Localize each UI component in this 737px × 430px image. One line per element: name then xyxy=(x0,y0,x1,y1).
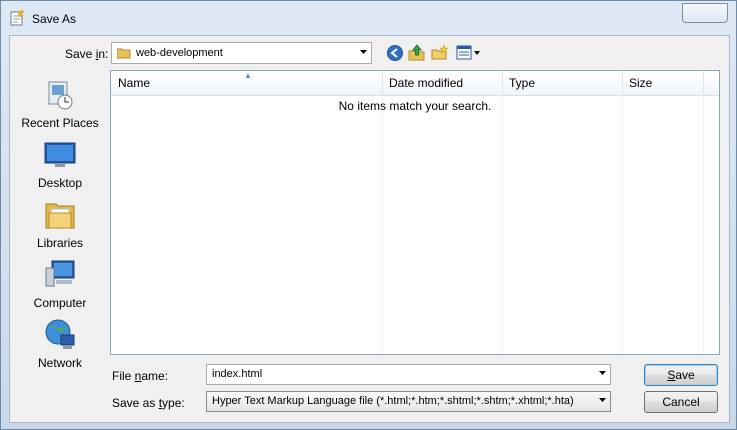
file-name-value: index.html xyxy=(212,368,263,380)
place-libraries[interactable]: Libraries xyxy=(10,198,110,254)
chevron-down-icon xyxy=(360,50,367,54)
dialog-body: Save in: web-development Recent Places D… xyxy=(9,35,730,423)
column-header-name[interactable]: Name xyxy=(118,76,150,90)
folder-icon xyxy=(117,48,131,59)
back-icon[interactable] xyxy=(386,44,404,62)
place-label: Desktop xyxy=(37,176,83,190)
save-as-type-label: Save as type: xyxy=(112,396,185,410)
new-folder-icon[interactable] xyxy=(431,44,449,62)
file-name-input[interactable]: index.html xyxy=(206,364,611,385)
cancel-button[interactable]: Cancel xyxy=(644,391,718,413)
save-as-dialog: Save As Save in: web-development Recent … xyxy=(0,0,737,430)
network-icon xyxy=(45,319,75,349)
file-name-label: File name: xyxy=(112,369,169,383)
empty-list-message: No items match your search. xyxy=(338,99,492,113)
column-header-type[interactable]: Type xyxy=(509,76,535,90)
file-list[interactable]: ▲ Name Date modified Type Size No items … xyxy=(110,70,720,355)
current-folder-name: web-development xyxy=(136,47,223,59)
places-bar: Recent Places Desktop Libraries Computer… xyxy=(10,70,110,370)
notepad-icon xyxy=(10,10,24,26)
up-folder-icon[interactable] xyxy=(408,44,426,62)
sort-ascending-icon: ▲ xyxy=(244,71,252,80)
save-as-type-value: Hyper Text Markup Language file (*.html;… xyxy=(212,395,574,407)
place-desktop[interactable]: Desktop xyxy=(10,138,110,194)
save-as-type-select[interactable]: Hyper Text Markup Language file (*.html;… xyxy=(206,391,611,412)
column-headers: ▲ Name Date modified Type Size xyxy=(111,71,719,96)
chevron-down-icon[interactable] xyxy=(599,371,606,375)
place-label: Network xyxy=(37,356,82,370)
save-button[interactable]: Save xyxy=(644,364,718,386)
save-in-label: Save in: xyxy=(65,47,109,61)
title-bar[interactable]: Save As xyxy=(1,1,737,34)
place-computer[interactable]: Computer xyxy=(10,258,110,314)
place-network[interactable]: Network xyxy=(10,318,110,374)
recent-places-icon xyxy=(48,81,73,110)
desktop-icon xyxy=(44,142,76,167)
save-in-dropdown[interactable]: web-development xyxy=(111,42,372,64)
place-label: Recent Places xyxy=(21,116,99,130)
close-button[interactable] xyxy=(682,3,728,23)
column-header-size[interactable]: Size xyxy=(629,76,652,90)
libraries-icon xyxy=(45,203,75,229)
column-header-date-modified[interactable]: Date modified xyxy=(389,76,463,90)
chevron-down-icon xyxy=(599,398,606,402)
place-label: Libraries xyxy=(36,236,84,250)
window-title: Save As xyxy=(32,12,77,26)
computer-icon xyxy=(45,260,75,287)
place-label: Computer xyxy=(33,296,87,310)
place-recent-places[interactable]: Recent Places xyxy=(10,78,110,134)
view-menu-icon[interactable] xyxy=(456,44,482,62)
